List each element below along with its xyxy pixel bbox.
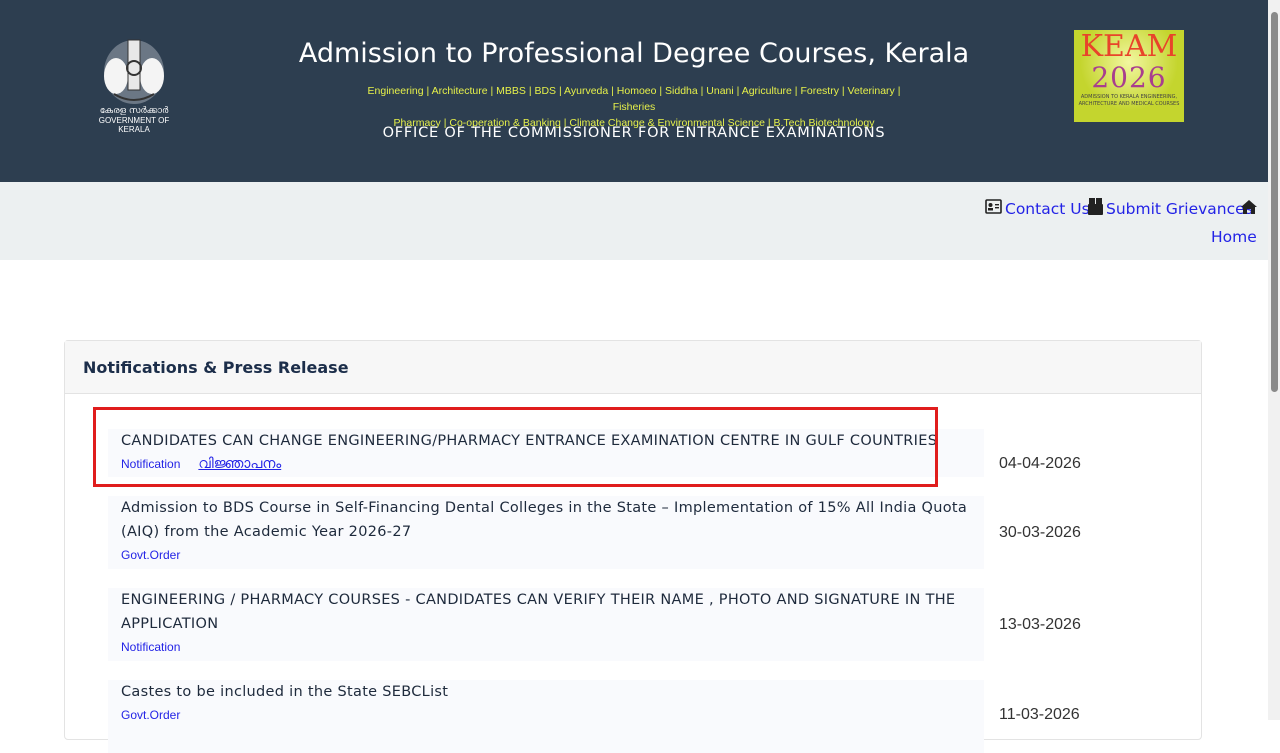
- notification-item: Castes to be included in the State SEBCL…: [108, 680, 984, 753]
- keam-logo-word: KEAM: [1080, 29, 1178, 64]
- home-icon: [1241, 200, 1257, 214]
- keam-logo-subtitle: ADMISSION TO KERALA ENGINEERING, ARCHITE…: [1078, 94, 1180, 107]
- keam-logo-year: 2026: [1091, 61, 1167, 94]
- notification-title: Castes to be included in the State SEBCL…: [121, 684, 449, 700]
- emblem-malayalam-text: കേരള സർക്കാർ: [99, 106, 169, 116]
- scrollbar[interactable]: [1268, 0, 1280, 720]
- notification-item: ENGINEERING / PHARMACY COURSES - CANDIDA…: [108, 588, 984, 661]
- courses-line-1: Engineering | Architecture | MBBS | BDS …: [367, 85, 901, 113]
- notification-title: Admission to BDS Course in Self-Financin…: [121, 500, 968, 540]
- notification-link[interactable]: Notification: [121, 640, 180, 654]
- notification-link[interactable]: Govt.Order: [121, 548, 180, 562]
- scrollbar-thumb[interactable]: [1271, 12, 1278, 392]
- grievance-box-icon: [1088, 198, 1103, 215]
- notification-date: 04-04-2026: [999, 455, 1081, 472]
- notification-item: Admission to BDS Course in Self-Financin…: [108, 496, 984, 569]
- notification-date: 13-03-2026: [999, 616, 1081, 633]
- site-header: കേരള സർക്കാർ GOVERNMENT OF KERALA Admiss…: [0, 0, 1268, 182]
- contact-us-link[interactable]: Contact Us: [1005, 200, 1090, 218]
- panel-heading: Notifications & Press Release: [65, 341, 1201, 394]
- notification-title: ENGINEERING / PHARMACY COURSES - CANDIDA…: [121, 592, 956, 632]
- notifications-panel: Notifications & Press Release CANDIDATES…: [64, 340, 1202, 753]
- contact-card-icon: [985, 199, 1002, 214]
- notification-date: 11-03-2026: [999, 706, 1080, 723]
- keam-2026-logo: KEAM 2026 ADMISSION TO KERALA ENGINEERIN…: [1074, 30, 1184, 122]
- office-subtitle: OFFICE OF THE COMMISSIONER FOR ENTRANCE …: [382, 125, 886, 141]
- home-link[interactable]: Home: [1211, 228, 1257, 246]
- courses-list: Engineering | Architecture | MBBS | BDS …: [350, 83, 918, 131]
- top-nav: Contact Us Submit Grievances Home: [0, 182, 1268, 260]
- submit-grievances-link[interactable]: Submit Grievances: [1106, 200, 1253, 218]
- notification-date: 30-03-2026: [999, 524, 1081, 541]
- highlight-box: [93, 407, 938, 487]
